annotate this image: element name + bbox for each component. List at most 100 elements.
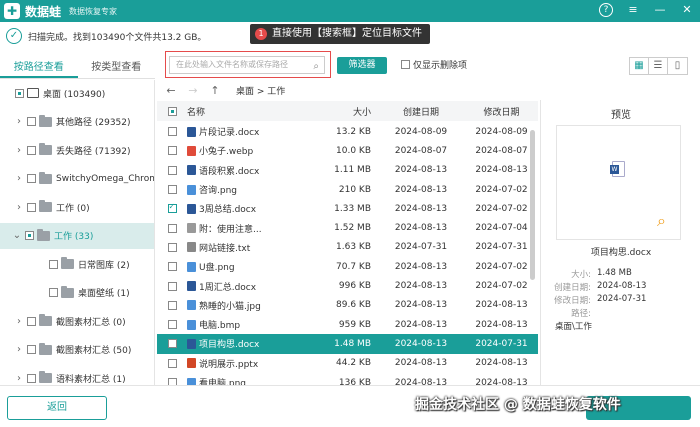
magnify-icon[interactable]: ⌕ [657,211,666,231]
breadcrumb[interactable]: 桌面 > 工作 [236,84,285,97]
preview-panel: 预览 ⌕ 项目构思.docx 大小:1.48 MB 创建日期:2024-08-1… [540,100,700,385]
filter-button[interactable]: 筛选器 [337,57,387,74]
tree-checkbox[interactable] [27,145,36,155]
row-checkbox[interactable] [167,202,177,214]
table-row[interactable]: 项目构思.docx 1.48 MB 2024-08-13 2024-07-31 [157,334,538,354]
row-checkbox[interactable] [167,378,177,385]
preview-panel-icon[interactable]: ▯ [668,58,687,74]
tree-checkbox[interactable] [27,117,36,126]
file-size: 13.2 KB [336,126,371,137]
close-icon[interactable]: ✕ [680,3,694,17]
row-checkbox[interactable] [167,223,177,233]
table-row[interactable]: 附：使用注意... 1.52 MB 2024-08-13 2024-07-04 [157,218,538,237]
row-checkbox[interactable] [167,320,177,330]
file-type-icon [187,377,196,385]
table-row[interactable]: 1周汇总.docx 996 KB 2024-08-13 2024-07-02 [157,276,538,295]
back-button[interactable]: 返回 [7,396,107,420]
expand-arrow-icon[interactable]: › [14,145,24,156]
column-name[interactable]: 名称 [187,105,307,118]
up-arrow-icon[interactable]: ↑ [204,84,226,97]
expand-arrow-icon[interactable]: › [14,316,24,327]
tree-node[interactable]: › 工作 (0) [14,194,90,220]
file-type-icon [187,145,196,156]
expand-arrow-icon[interactable]: ⌄ [12,230,22,241]
table-row[interactable]: 小兔子.webp 10.0 KB 2024-08-07 2024-08-07 [157,141,538,160]
back-arrow-icon[interactable]: ← [160,84,182,97]
expand-arrow-icon[interactable]: › [14,173,24,184]
column-size[interactable]: 大小 [307,105,377,118]
row-checkbox[interactable] [167,185,177,195]
table-row[interactable]: 熟睡的小猫.jpg 89.6 KB 2024-08-13 2024-08-13 [157,296,538,315]
tree-checkbox[interactable] [49,288,58,297]
table-row[interactable]: 片段记录.docx 13.2 KB 2024-08-09 2024-08-09 [157,122,538,141]
tree-checkbox[interactable] [49,259,58,269]
tree-checkbox[interactable] [15,88,24,98]
table-row[interactable]: 3周总结.docx 1.33 MB 2024-08-13 2024-07-02 [157,199,538,218]
file-list-scrollbar[interactable] [530,130,535,280]
column-created[interactable]: 创建日期 [377,105,465,118]
scan-status-text: 扫描完成。找到103490个文件共13.2 GB。 [28,32,207,43]
table-row[interactable]: 语段积累.docx 1.11 MB 2024-08-13 2024-08-13 [157,161,538,180]
table-row[interactable]: 电脑.bmp 959 KB 2024-08-13 2024-08-13 [157,315,538,334]
row-checkbox[interactable] [167,127,177,137]
tree-node[interactable]: › SwitchyOmega_Chromium [14,166,154,192]
preview-path-value: 桌面\工作 [555,322,592,332]
file-created-date: 2024-08-09 [394,126,448,137]
help-icon[interactable]: ? [599,3,613,17]
tree-checkbox[interactable] [27,345,36,354]
tree-node[interactable]: ⌄ 工作 (33) [0,222,154,249]
minimize-icon[interactable]: — [653,3,667,17]
tree-checkbox[interactable] [27,316,36,326]
only-deleted-checkbox[interactable] [401,60,410,69]
tab-by-type[interactable]: 按类型查看 [78,57,156,78]
tab-by-path[interactable]: 按路径查看 [0,57,78,78]
file-name: U盘.png [199,263,235,274]
row-checkbox[interactable] [167,339,177,349]
column-modified[interactable]: 修改日期 [465,105,538,118]
file-modified-date: 2024-07-31 [475,242,528,253]
tree-node-label: 桌面壁纸 (1) [78,289,130,299]
file-type-icon [187,300,196,311]
tree-checkbox[interactable] [27,174,36,183]
tree-node[interactable]: › 其他路径 (29352) [14,109,131,135]
search-input[interactable]: 在此处输入文件名称或保存路径 ⌕ [169,56,325,74]
search-icon[interactable]: ⌕ [313,59,319,75]
file-size: 959 KB [338,319,371,330]
row-checkbox[interactable] [167,165,177,175]
expand-arrow-icon[interactable]: › [14,373,24,384]
row-checkbox[interactable] [167,300,177,310]
folder-icon [39,342,52,355]
only-deleted-option[interactable]: 仅显示删除项 [398,58,467,71]
table-row[interactable]: 咨询.png 210 KB 2024-08-13 2024-07-02 [157,180,538,199]
tree-checkbox[interactable] [27,373,36,383]
tree-node[interactable]: › 语料素材汇总 (1) [14,365,126,385]
tree-checkbox[interactable] [25,231,34,240]
tree-node[interactable]: › 截图素材汇总 (50) [14,337,131,363]
row-checkbox[interactable] [167,358,177,368]
table-row[interactable]: 网站链接.txt 1.63 KB 2024-07-31 2024-07-31 [157,238,538,257]
menu-icon[interactable]: ≡ [626,3,640,17]
row-checkbox[interactable] [167,262,177,272]
tree-node-label: 工作 (33) [54,232,94,242]
table-row[interactable]: U盘.png 70.7 KB 2024-08-13 2024-07-02 [157,257,538,276]
row-checkbox[interactable] [167,281,177,291]
select-all-checkbox[interactable] [167,106,177,116]
table-row[interactable]: 说明展示.pptx 44.2 KB 2024-08-13 2024-08-13 [157,354,538,373]
table-row[interactable]: 看电脑.png 136 KB 2024-08-13 2024-08-13 [157,373,538,385]
tree-node[interactable]: › 截图素材汇总 (0) [14,308,126,334]
list-view-icon[interactable]: ☰ [649,58,668,74]
expand-arrow-icon[interactable]: › [14,116,24,127]
tree-node[interactable]: 桌面壁纸 (1) [36,280,130,306]
row-checkbox[interactable] [167,146,177,156]
tree-checkbox[interactable] [27,202,36,212]
expand-arrow-icon[interactable]: › [14,344,24,355]
expand-arrow-icon[interactable]: › [14,202,24,213]
row-checkbox[interactable] [167,242,177,252]
grid-view-icon[interactable]: ▦ [630,58,649,74]
tree-node[interactable]: 日常图库 (2) [36,251,130,277]
tree-node[interactable]: 桌面 (103490) [2,80,105,106]
tree-node[interactable]: › 丢失路径 (71392) [14,137,131,163]
tree-node-label: 桌面 (103490) [43,89,106,100]
forward-arrow-icon[interactable]: → [182,84,204,97]
file-list: 片段记录.docx 13.2 KB 2024-08-09 2024-08-09 小兔子.… [157,122,538,385]
